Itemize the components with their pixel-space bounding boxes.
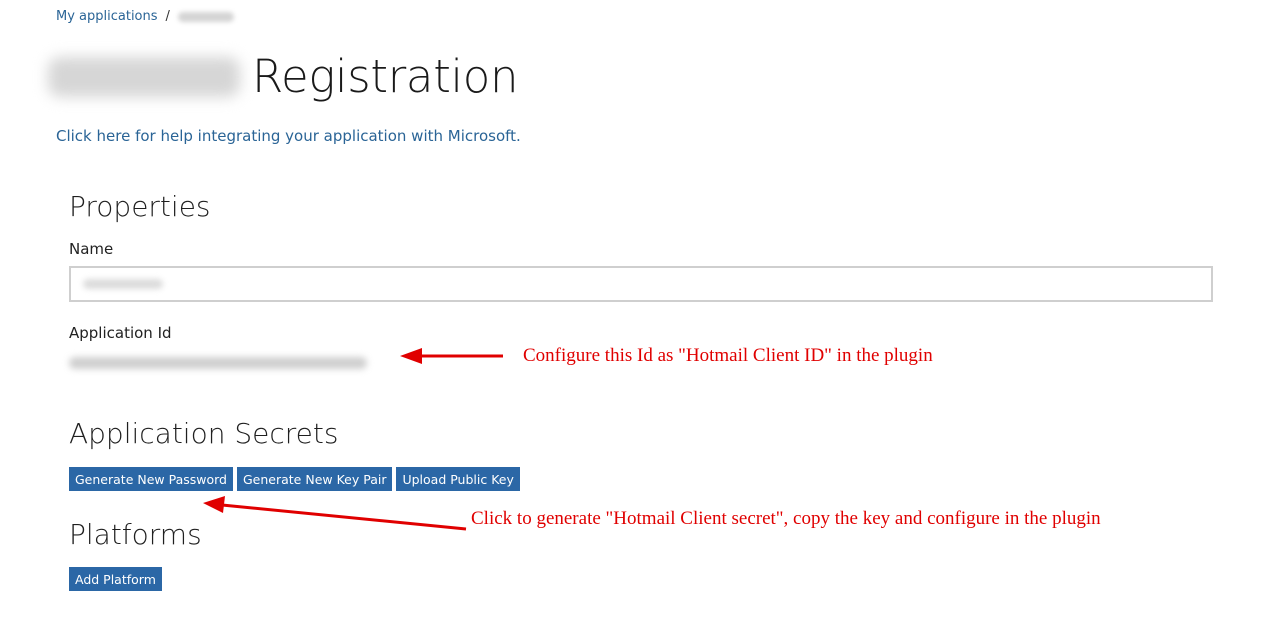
arrow-to-application-id: [400, 348, 503, 364]
generate-new-password-button[interactable]: Generate New Password: [69, 467, 233, 491]
breadcrumb-my-applications-link[interactable]: My applications: [56, 9, 158, 24]
app-id-annotation: Configure this Id as "Hotmail Client ID"…: [523, 345, 933, 366]
page-title: Registration: [252, 50, 519, 103]
application-id-value-redacted: [69, 357, 367, 369]
help-link[interactable]: Click here for help integrating your app…: [56, 127, 521, 145]
app-name-redacted: [48, 56, 240, 97]
application-secrets-heading: Application Secrets: [69, 417, 339, 450]
name-value-redacted: [83, 279, 163, 289]
arrow-to-generate-password: [203, 496, 467, 531]
name-label: Name: [69, 240, 114, 258]
page-title-row: Registration: [48, 50, 519, 103]
properties-heading: Properties: [69, 190, 211, 223]
secret-annotation: Click to generate "Hotmail Client secret…: [471, 508, 1101, 529]
breadcrumb-separator: /: [165, 9, 170, 24]
breadcrumb: My applications /: [56, 9, 234, 24]
name-input[interactable]: [69, 266, 1213, 302]
upload-public-key-button[interactable]: Upload Public Key: [396, 467, 520, 491]
generate-new-key-pair-button[interactable]: Generate New Key Pair: [236, 467, 393, 491]
application-id-label: Application Id: [69, 324, 172, 342]
platforms-heading: Platforms: [69, 518, 202, 551]
secrets-button-row: Generate New Password Generate New Key P…: [69, 467, 520, 491]
add-platform-button[interactable]: Add Platform: [69, 567, 162, 591]
breadcrumb-app-name-redacted[interactable]: [177, 11, 234, 22]
